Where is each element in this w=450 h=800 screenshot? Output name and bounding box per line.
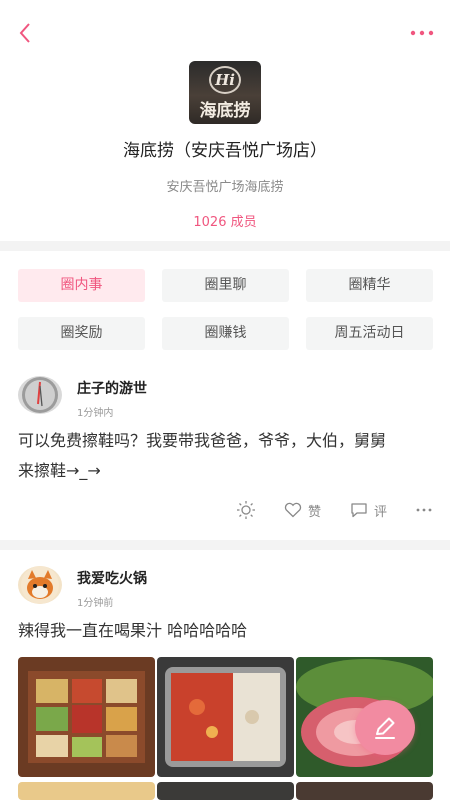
comment-icon: [351, 503, 367, 518]
post-more-button[interactable]: [416, 498, 432, 522]
share-button[interactable]: [236, 498, 256, 522]
post-time: 1分钟前: [77, 598, 114, 609]
section-divider: [0, 241, 450, 251]
pencil-icon: [375, 717, 395, 739]
post-photo[interactable]: [157, 782, 294, 800]
more-dots-icon: [416, 508, 432, 512]
post-actions: 赞 评: [0, 498, 450, 522]
post-photo[interactable]: [157, 657, 294, 777]
logo-mark: Hi: [209, 66, 241, 94]
tag-quan-li-liao[interactable]: 圈里聊: [162, 269, 289, 302]
post-text: 可以免费擦鞋吗？我要带我爸爸，爷爷，大伯，舅舅 来擦鞋→_→: [18, 426, 438, 486]
like-label: 赞: [308, 504, 322, 520]
comment-label: 评: [374, 504, 388, 520]
post-username[interactable]: 我爱吃火锅: [77, 568, 147, 588]
tag-friday-event[interactable]: 周五活动日: [306, 317, 433, 350]
tag-quan-jing-hua[interactable]: 圈精华: [306, 269, 433, 302]
post-photo[interactable]: [296, 782, 433, 800]
post-username[interactable]: 庄子的游世: [77, 378, 147, 398]
post-photo[interactable]: [18, 657, 155, 777]
tag-quan-zhuan-qian[interactable]: 圈赚钱: [162, 317, 289, 350]
avatar[interactable]: [18, 376, 62, 414]
compose-button[interactable]: [355, 700, 415, 755]
store-subtitle: 安庆吾悦广场海底捞: [166, 180, 284, 195]
post-photo[interactable]: [18, 782, 155, 800]
sun-icon: [237, 501, 255, 519]
chevron-left-icon[interactable]: [14, 20, 38, 46]
post-time: 1分钟内: [77, 408, 114, 419]
store-logo: Hi 海底捞: [189, 61, 261, 124]
avatar[interactable]: [18, 566, 62, 604]
heart-icon: [284, 502, 302, 518]
tag-quan-nei-shi[interactable]: 圈内事: [18, 269, 145, 302]
like-button[interactable]: 赞: [284, 498, 321, 522]
member-count[interactable]: 1026 成员: [0, 211, 450, 230]
post-text-line: 来擦鞋→_→: [18, 461, 101, 480]
post-text-line: 可以免费擦鞋吗？我要带我爸爸，爷爷，大伯，舅舅: [18, 431, 387, 450]
post-text: 辣得我一直在喝果汁 哈哈哈哈哈: [18, 621, 248, 640]
store-title: 海底捞（安庆吾悦广场店）: [123, 141, 327, 161]
more-dots-icon[interactable]: [408, 24, 436, 42]
top-bar: [0, 0, 450, 64]
comment-button[interactable]: 评: [350, 498, 387, 522]
logo-text: 海底捞: [199, 101, 251, 121]
section-divider: [0, 540, 450, 550]
tag-quan-jiang-li[interactable]: 圈奖励: [18, 317, 145, 350]
